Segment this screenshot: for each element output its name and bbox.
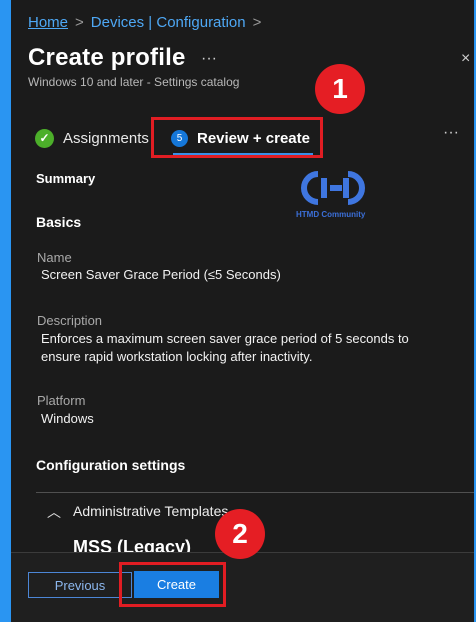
breadcrumb-devices-configuration-link[interactable]: Devices | Configuration xyxy=(91,14,246,31)
description-label: Description xyxy=(37,313,103,328)
tabs-more-icon[interactable]: ··· xyxy=(443,124,459,142)
configuration-settings-heading: Configuration settings xyxy=(36,457,186,473)
tab-assignments[interactable]: ✓ Assignments xyxy=(35,125,149,151)
breadcrumb-separator: > xyxy=(252,14,262,31)
breadcrumb-separator: > xyxy=(75,14,84,31)
name-label: Name xyxy=(37,250,72,265)
annotation-highlight-create-button xyxy=(119,562,226,607)
tab-assignments-label: Assignments xyxy=(63,129,149,147)
page-title: Create profile xyxy=(28,44,186,71)
watermark-text: HTMD Community xyxy=(296,210,366,219)
divider xyxy=(36,492,474,493)
chevron-up-icon[interactable]: ︿ xyxy=(47,502,61,522)
more-options-icon[interactable]: ··· xyxy=(201,50,217,68)
previous-button[interactable]: Previous xyxy=(28,572,132,598)
platform-value: Windows xyxy=(41,411,94,426)
basics-heading: Basics xyxy=(36,214,82,230)
breadcrumb-home-link[interactable]: Home xyxy=(28,14,68,31)
breadcrumb: Home > Devices | Configuration > xyxy=(28,14,268,31)
summary-heading: Summary xyxy=(36,171,96,186)
annotation-callout-1: 1 xyxy=(315,64,365,114)
platform-label: Platform xyxy=(37,393,86,408)
annotation-callout-2: 2 xyxy=(215,509,265,559)
close-icon[interactable]: × xyxy=(461,50,470,68)
administrative-templates-section[interactable]: Administrative Templates xyxy=(73,503,228,519)
page-subtitle: Windows 10 and later - Settings catalog xyxy=(28,75,240,89)
description-value: Enforces a maximum screen saver grace pe… xyxy=(41,331,409,364)
name-value: Screen Saver Grace Period (≤5 Seconds) xyxy=(41,267,281,282)
checkmark-icon: ✓ xyxy=(35,128,54,148)
annotation-highlight-review-tab xyxy=(151,117,323,158)
